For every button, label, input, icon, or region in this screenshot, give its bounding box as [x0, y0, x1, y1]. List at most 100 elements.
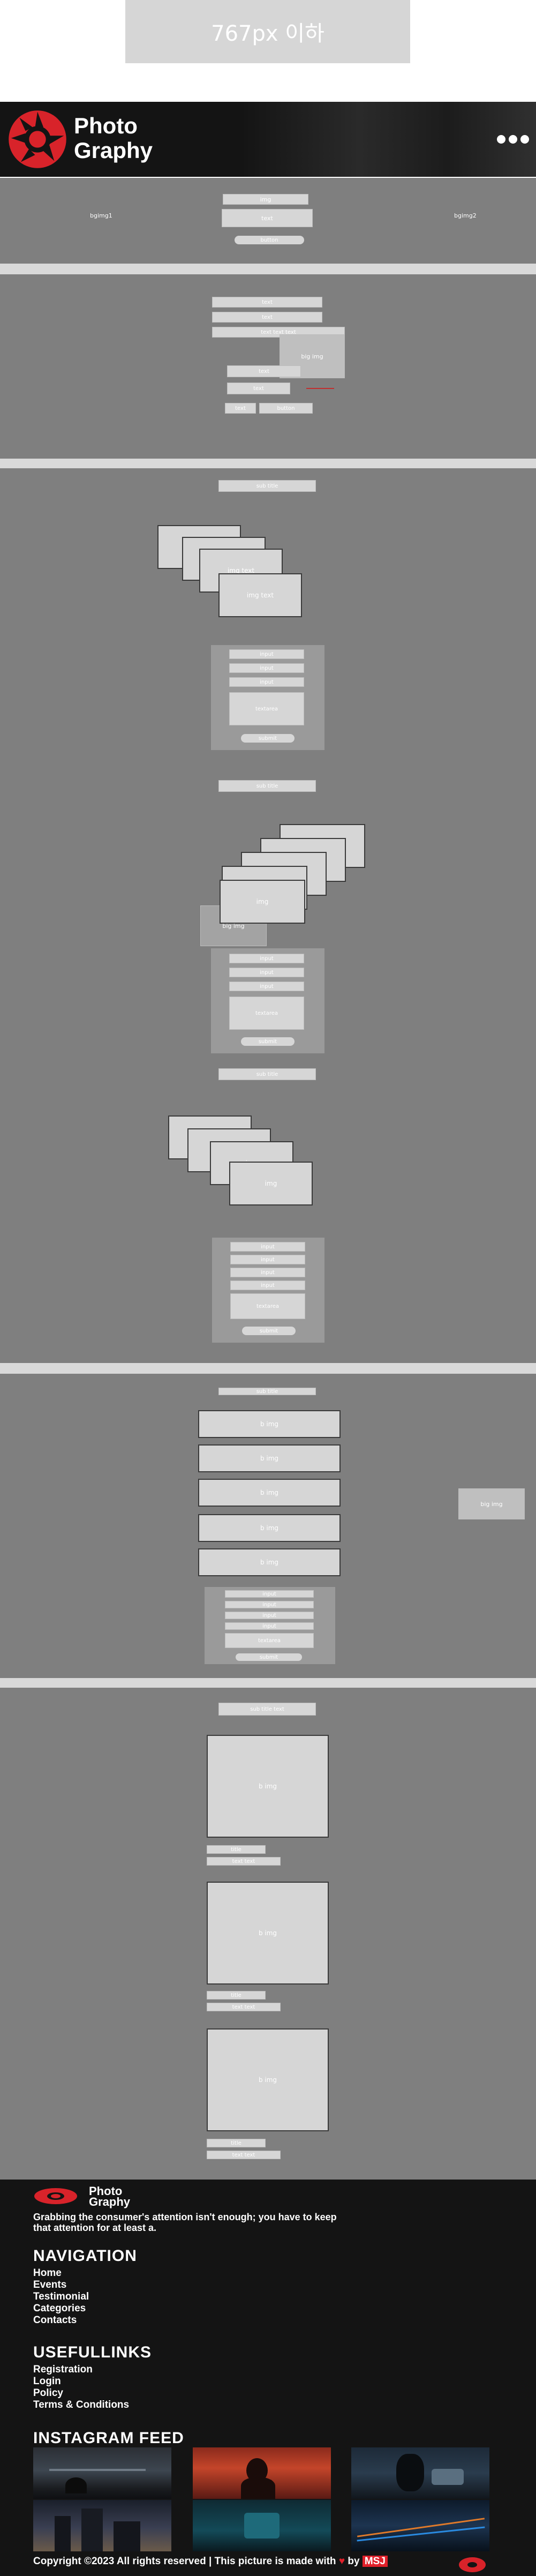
heart-icon: ♥ [338, 2556, 345, 2567]
about-small-button[interactable]: text [225, 403, 256, 414]
footer-link-registration[interactable]: Registration [33, 2364, 93, 2376]
hero-button[interactable]: button [235, 236, 304, 244]
form-input[interactable]: input [230, 1280, 305, 1290]
instagram-photo-3[interactable] [351, 2447, 489, 2499]
instagram-photo-4[interactable] [33, 2500, 171, 2551]
blog-section: sub title text b img title text text b i… [0, 1688, 536, 2180]
gallery-c-title: sub title [218, 1068, 316, 1080]
form-input[interactable]: input [225, 1612, 314, 1619]
form-input[interactable]: input [229, 677, 304, 687]
submit-button[interactable]: submit [236, 1653, 302, 1661]
camera-aperture-icon [459, 2557, 486, 2572]
footer-link-policy[interactable]: Policy [33, 2387, 63, 2399]
blog-image[interactable]: b img [207, 1882, 329, 1985]
submit-button[interactable]: submit [242, 1327, 296, 1335]
gallery-b-title: sub title [218, 780, 316, 792]
logo-line-2: Graphy [74, 138, 153, 163]
list-row[interactable]: b img [198, 1410, 341, 1438]
bg-image-2-label: bgimg2 [454, 212, 477, 219]
form-textarea[interactable]: textarea [229, 997, 304, 1030]
blog-item-text: text text [207, 2151, 281, 2159]
list-row[interactable]: b img [198, 1548, 341, 1576]
list-contact-form: input input input input textarea submit [205, 1587, 335, 1664]
instagram-photo-5[interactable] [193, 2500, 331, 2551]
list-row[interactable]: b img [198, 1514, 341, 1542]
section-divider [0, 459, 536, 468]
blog-item-text: text text [207, 1857, 281, 1866]
copyright-text: Copyright ©2023 All rights reserved | Th… [33, 2556, 483, 2567]
about-section: text text text text text big img text te… [0, 274, 536, 459]
camera-aperture-icon[interactable] [33, 2187, 78, 2205]
section-divider [0, 264, 536, 274]
instagram-feed-heading: INSTAGRAM FEED [33, 2429, 184, 2447]
site-footer: Photo Graphy Grabbing the consumer's att… [0, 2180, 536, 2576]
instagram-photo-2[interactable] [193, 2447, 331, 2499]
footer-link-login[interactable]: Login [33, 2376, 61, 2387]
about-text-1: text [212, 297, 322, 308]
about-text-4: text [227, 365, 301, 377]
hero-text-box: text [222, 209, 313, 227]
useful-links-heading: USEFULLINKS [33, 2343, 152, 2361]
footer-tagline: Grabbing the consumer's attention isn't … [33, 2212, 337, 2233]
copyright-by: by [348, 2556, 360, 2567]
gallery-b-card[interactable]: img [220, 880, 305, 924]
bg-image-1-label: bgimg1 [90, 212, 112, 219]
form-input[interactable]: input [230, 1255, 305, 1264]
footer-link-categories[interactable]: Categories [33, 2303, 86, 2315]
form-input[interactable]: input [229, 954, 304, 963]
form-input[interactable]: input [230, 1242, 305, 1252]
submit-button[interactable]: submit [241, 1037, 295, 1046]
gallery-a-card[interactable]: img text [218, 573, 302, 617]
camera-aperture-icon[interactable] [7, 109, 67, 169]
more-dots-icon[interactable] [497, 135, 529, 144]
blog-item-title: title [207, 1991, 266, 2000]
form-textarea[interactable]: textarea [229, 692, 304, 725]
contact-form-a: input input input textarea submit [211, 645, 324, 750]
form-input[interactable]: input [225, 1601, 314, 1608]
gallery-a-title: sub title [218, 480, 316, 492]
form-input[interactable]: input [225, 1622, 314, 1630]
contact-form-b: input input input textarea submit [211, 948, 324, 1053]
blog-item-title: title [207, 1845, 266, 1854]
form-input[interactable]: input [229, 649, 304, 659]
about-text-5: text [227, 383, 290, 394]
form-input[interactable]: input [229, 982, 304, 991]
form-textarea[interactable]: textarea [225, 1633, 314, 1648]
list-row[interactable]: b img [198, 1479, 341, 1507]
blog-title: sub title text [218, 1703, 316, 1716]
site-header: Photo Graphy [0, 102, 536, 177]
footer-link-contacts[interactable]: Contacts [33, 2315, 77, 2326]
submit-button[interactable]: submit [241, 734, 295, 743]
copyright-main: Copyright ©2023 All rights reserved | Th… [33, 2556, 336, 2567]
hero-image-box: img [223, 194, 308, 205]
footer-link-testimonial[interactable]: Testimonial [33, 2291, 89, 2303]
about-text-2: text [212, 312, 322, 323]
blog-item-text: text text [207, 2003, 281, 2011]
footer-link-events[interactable]: Events [33, 2279, 66, 2291]
about-button[interactable]: button [259, 403, 313, 414]
form-input[interactable]: input [225, 1590, 314, 1598]
brand-logo-text[interactable]: Photo Graphy [74, 114, 153, 163]
blog-image[interactable]: b img [207, 2028, 329, 2131]
section-divider [0, 1678, 536, 1688]
list-title: sub title [218, 1388, 316, 1395]
form-input[interactable]: input [230, 1268, 305, 1277]
brand-link[interactable]: MSJ [362, 2556, 388, 2567]
form-input[interactable]: input [229, 663, 304, 673]
list-section: sub title b img b img b img b img b img … [0, 1374, 536, 1678]
instagram-photo-1[interactable] [33, 2447, 171, 2499]
blog-item-title: title [207, 2139, 266, 2147]
logo-line-1: Photo [74, 113, 138, 138]
blog-image[interactable]: b img [207, 1735, 329, 1838]
list-row[interactable]: b img [198, 1444, 341, 1472]
form-textarea[interactable]: textarea [230, 1293, 305, 1319]
form-input[interactable]: input [229, 968, 304, 977]
accent-line [306, 388, 334, 389]
instagram-photo-6[interactable] [351, 2500, 489, 2551]
gallery-c-card[interactable]: img [229, 1162, 313, 1205]
section-divider [0, 1363, 536, 1374]
footer-logo-text[interactable]: Photo Graphy [89, 2185, 130, 2208]
footer-link-terms[interactable]: Terms & Conditions [33, 2399, 129, 2411]
footer-link-home[interactable]: Home [33, 2267, 62, 2279]
gallery-section: sub title img text img text img text img… [0, 468, 536, 1363]
